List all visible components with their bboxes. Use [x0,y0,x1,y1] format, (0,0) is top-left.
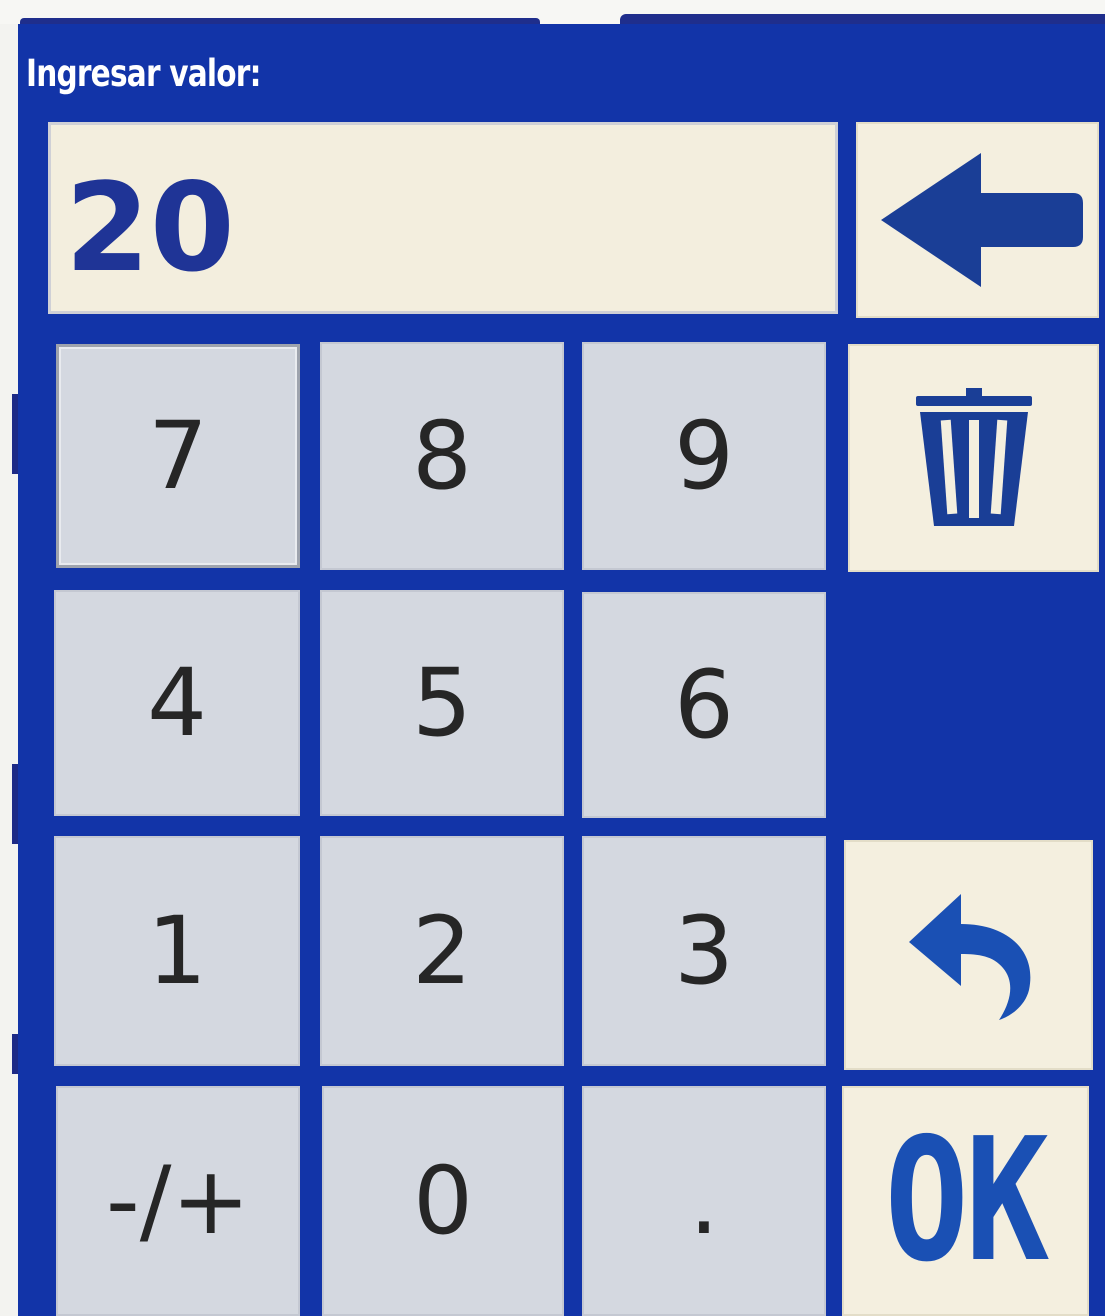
sign-toggle-label: -/+ [105,1146,251,1256]
key-0[interactable]: 0 [322,1086,564,1316]
value-display-text: 20 [65,157,235,299]
backspace-button[interactable] [856,122,1099,318]
key-6[interactable]: 6 [582,592,826,818]
key-9-label: 9 [674,401,734,511]
decimal-point-label: . [689,1146,719,1256]
key-6-label: 6 [674,650,734,760]
window-left-edge [0,24,18,1316]
keypad-window: Ingresar valor: 20 7 8 9 4 5 6 1 2 3 -/+… [0,0,1105,1316]
numeric-input-dialog: Ingresar valor: 20 7 8 9 4 5 6 1 2 3 -/+… [18,24,1105,1316]
key-7-label: 7 [148,401,208,511]
key-9[interactable]: 9 [582,342,826,570]
clear-button[interactable] [848,344,1099,572]
decimal-point-button[interactable]: . [582,1086,826,1316]
key-8[interactable]: 8 [320,342,564,570]
key-8-label: 8 [412,401,472,511]
key-0-label: 0 [413,1146,473,1256]
key-3-label: 3 [674,896,734,1006]
key-4[interactable]: 4 [54,590,300,816]
sign-toggle-button[interactable]: -/+ [56,1086,300,1316]
key-3[interactable]: 3 [582,836,826,1066]
trash-icon [914,388,1034,528]
ok-label: OK [884,1102,1050,1300]
key-1-label: 1 [147,896,207,1006]
window-top-edge [0,0,1105,26]
undo-arrow-icon [899,890,1039,1020]
undo-button[interactable] [844,840,1093,1070]
ok-button[interactable]: OK [842,1086,1089,1316]
key-1[interactable]: 1 [54,836,300,1066]
dialog-title: Ingresar valor: [26,52,261,95]
key-5-label: 5 [412,648,472,758]
key-2-label: 2 [412,896,472,1006]
arrow-left-icon [873,145,1083,295]
key-5[interactable]: 5 [320,590,564,816]
key-7[interactable]: 7 [56,344,300,568]
key-2[interactable]: 2 [320,836,564,1066]
key-4-label: 4 [147,648,207,758]
value-display[interactable]: 20 [48,122,838,314]
